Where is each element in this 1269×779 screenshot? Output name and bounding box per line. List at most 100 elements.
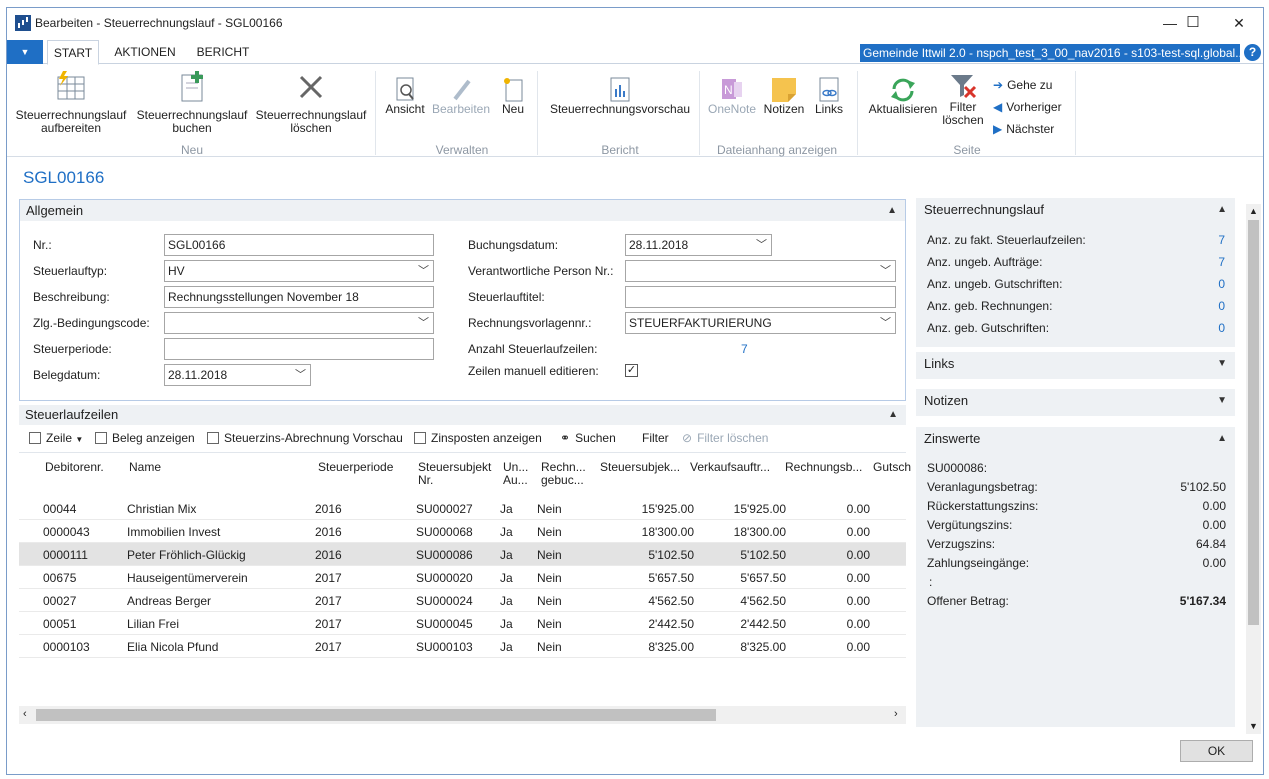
filter-loeschen-button[interactable]: Filter löschen: [937, 73, 989, 127]
scroll-left-icon[interactable]: ‹: [23, 708, 27, 720]
suchen-button[interactable]: ⚭ Suchen: [560, 431, 616, 445]
belegdatum-field[interactable]: 28.11.2018 ﹀: [164, 364, 311, 386]
column-header[interactable]: Gutsch: [873, 461, 911, 474]
notizen-header[interactable]: Notizen ▼: [916, 389, 1235, 413]
table-row[interactable]: 0000103 Elia Nicola Pfund 2017 SU000103 Ja Ne…: [19, 635, 906, 658]
zinsposten-button[interactable]: Zinsposten anzeigen: [414, 431, 542, 445]
scroll-up-icon[interactable]: ▲: [1249, 206, 1258, 216]
column-header[interactable]: Rechnungsb...: [785, 461, 862, 474]
column-header[interactable]: Debitorenr.: [45, 461, 104, 474]
vorheriger-button[interactable]: ◀ Vorheriger: [993, 100, 1062, 114]
factbox-value-link[interactable]: 0: [1218, 277, 1225, 291]
vorschau-toolbar-label: Steuerzins-Abrechnung Vorschau: [224, 431, 403, 445]
delete-x-icon: [295, 71, 327, 103]
anzahl-steuerlaufzeilen-link[interactable]: 7: [741, 342, 748, 356]
column-header[interactable]: Steuersubjekt Nr.: [418, 461, 494, 487]
column-header[interactable]: Name: [129, 461, 161, 474]
vertical-scrollbar[interactable]: ▲ ▼: [1246, 204, 1261, 734]
zeile-menu-button[interactable]: Zeile ▼: [29, 431, 83, 445]
maximize-button[interactable]: ☐: [1170, 8, 1216, 38]
filter-button[interactable]: Filter: [642, 431, 669, 445]
vorschau-button[interactable]: Steuerrechnungsvorschau: [545, 77, 695, 116]
allgemein-header[interactable]: Allgemein ▲: [20, 200, 905, 221]
bearbeiten-button[interactable]: Bearbeiten: [431, 77, 491, 116]
zins-colon: :: [929, 575, 933, 589]
vorschau-toolbar-button[interactable]: Steuerzins-Abrechnung Vorschau: [207, 431, 403, 445]
tab-start[interactable]: START: [47, 40, 99, 65]
column-header[interactable]: Un... Au...: [503, 461, 533, 487]
table-row[interactable]: 0000111 Peter Fröhlich-Glückig 2016 SU00008…: [19, 543, 906, 566]
close-button[interactable]: ✕: [1216, 8, 1262, 38]
steuerperiode-field[interactable]: [164, 338, 434, 360]
column-header[interactable]: Rechn... gebuc...: [541, 461, 591, 487]
buchen-button[interactable]: Steuerrechnungslauf buchen: [135, 71, 249, 135]
help-icon[interactable]: ?: [1244, 44, 1261, 61]
collapse-icon[interactable]: ▲: [887, 200, 897, 221]
table-cell: Nein: [537, 525, 562, 539]
buchungsdatum-field[interactable]: 28.11.2018 ﹀: [625, 234, 772, 256]
horizontal-scrollbar[interactable]: ‹ ›: [19, 706, 906, 724]
column-header[interactable]: Steuersubjek...: [600, 461, 680, 474]
beleg-anzeigen-button[interactable]: Beleg anzeigen: [95, 431, 195, 445]
steuerlauftitel-field[interactable]: [625, 286, 896, 308]
table-row[interactable]: 00027 Andreas Berger 2017 SU000024 Ja Nein 4'5…: [19, 589, 906, 612]
collapse-icon[interactable]: ▲: [888, 405, 898, 425]
table-cell: Ja: [500, 571, 513, 585]
table-cell: 00051: [43, 617, 77, 631]
onenote-label: OneNote: [707, 102, 757, 116]
collapse-icon[interactable]: ▲: [1217, 427, 1227, 451]
zinswerte-header[interactable]: Zinswerte ▲: [916, 427, 1235, 451]
zeilen-manuell-checkbox[interactable]: ✓: [625, 364, 638, 377]
collapse-icon[interactable]: ▲: [1217, 198, 1227, 222]
zins-label: Zahlungseingänge:: [927, 556, 1030, 570]
nr-field[interactable]: SGL00166: [164, 234, 434, 256]
chevron-down-icon[interactable]: ▼: [1217, 389, 1227, 413]
table-cell: SU000103: [416, 640, 473, 654]
table-row[interactable]: 00051 Lilian Frei 2017 SU000045 Ja Nein 2'442.…: [19, 612, 906, 635]
aktualisieren-button[interactable]: Aktualisieren: [863, 77, 943, 116]
table-cell: Hauseigentümerverein: [127, 571, 248, 585]
table-row[interactable]: 00044 Christian Mix 2016 SU000027 Ja Nein 15'9…: [19, 497, 906, 520]
aufbereiten-button[interactable]: Steuerrechnungslauf aufbereiten: [11, 71, 131, 135]
steuerlaufzeilen-header[interactable]: Steuerlaufzeilen ▲: [19, 405, 906, 425]
file-menu-button[interactable]: ▼: [7, 40, 43, 64]
links-button[interactable]: Links: [811, 77, 847, 116]
ok-button[interactable]: OK: [1180, 740, 1253, 762]
column-header[interactable]: Steuerperiode: [318, 461, 393, 474]
zlg-select[interactable]: ﹀: [164, 312, 434, 334]
factbox-value-link[interactable]: 0: [1218, 299, 1225, 313]
links-header[interactable]: Links ▼: [916, 352, 1235, 376]
rechnungsvorlage-select[interactable]: STEUERFAKTURIERUNG ﹀: [625, 312, 896, 334]
beschreibung-label: Beschreibung:: [33, 290, 110, 304]
verantwortliche-person-select[interactable]: ﹀: [625, 260, 896, 282]
table-row[interactable]: 0000043 Immobilien Invest 2016 SU000068 Ja Ne…: [19, 520, 906, 543]
neu-button[interactable]: Neu: [497, 77, 529, 116]
scroll-right-icon[interactable]: ›: [894, 708, 898, 720]
gehe-zu-button[interactable]: ➔ Gehe zu: [993, 78, 1052, 92]
table-row[interactable]: 00675 Hauseigentümerverein 2017 SU000020 Ja N…: [19, 566, 906, 589]
group-separator: [537, 71, 538, 155]
scroll-down-icon[interactable]: ▼: [1249, 721, 1258, 731]
ansicht-button[interactable]: Ansicht: [381, 77, 429, 116]
chevron-down-icon[interactable]: ▼: [1217, 352, 1227, 376]
naechster-button[interactable]: ▶ Nächster: [993, 122, 1054, 136]
tab-aktionen[interactable]: AKTIONEN: [107, 40, 183, 65]
column-header[interactable]: Verkaufsauftr...: [690, 461, 770, 474]
table-cell: 00044: [43, 502, 77, 516]
notizen-button[interactable]: Notizen: [761, 77, 807, 116]
steuerlauftyp-select[interactable]: HV ﹀: [164, 260, 434, 282]
beschreibung-field[interactable]: Rechnungsstellungen November 18: [164, 286, 434, 308]
table-cell: Nein: [537, 502, 562, 516]
factbox-value-link[interactable]: 7: [1218, 255, 1225, 269]
filter-loeschen-toolbar-button[interactable]: ⊘ Filter löschen: [682, 431, 768, 445]
onenote-button[interactable]: N OneNote: [705, 77, 759, 116]
loeschen-button[interactable]: Steuerrechnungslauf löschen: [253, 71, 369, 135]
tab-bericht[interactable]: BERICHT: [191, 40, 255, 65]
factbox-header[interactable]: Steuerrechnungslauf ▲: [916, 198, 1235, 222]
table-cell: 8'325.00: [648, 640, 694, 654]
factbox-value-link[interactable]: 0: [1218, 321, 1225, 335]
scrollbar-thumb[interactable]: [36, 709, 716, 721]
factbox-value-link[interactable]: 7: [1218, 233, 1225, 247]
offener-betrag-value: 5'167.34: [1179, 594, 1226, 608]
scrollbar-thumb[interactable]: [1248, 220, 1259, 625]
